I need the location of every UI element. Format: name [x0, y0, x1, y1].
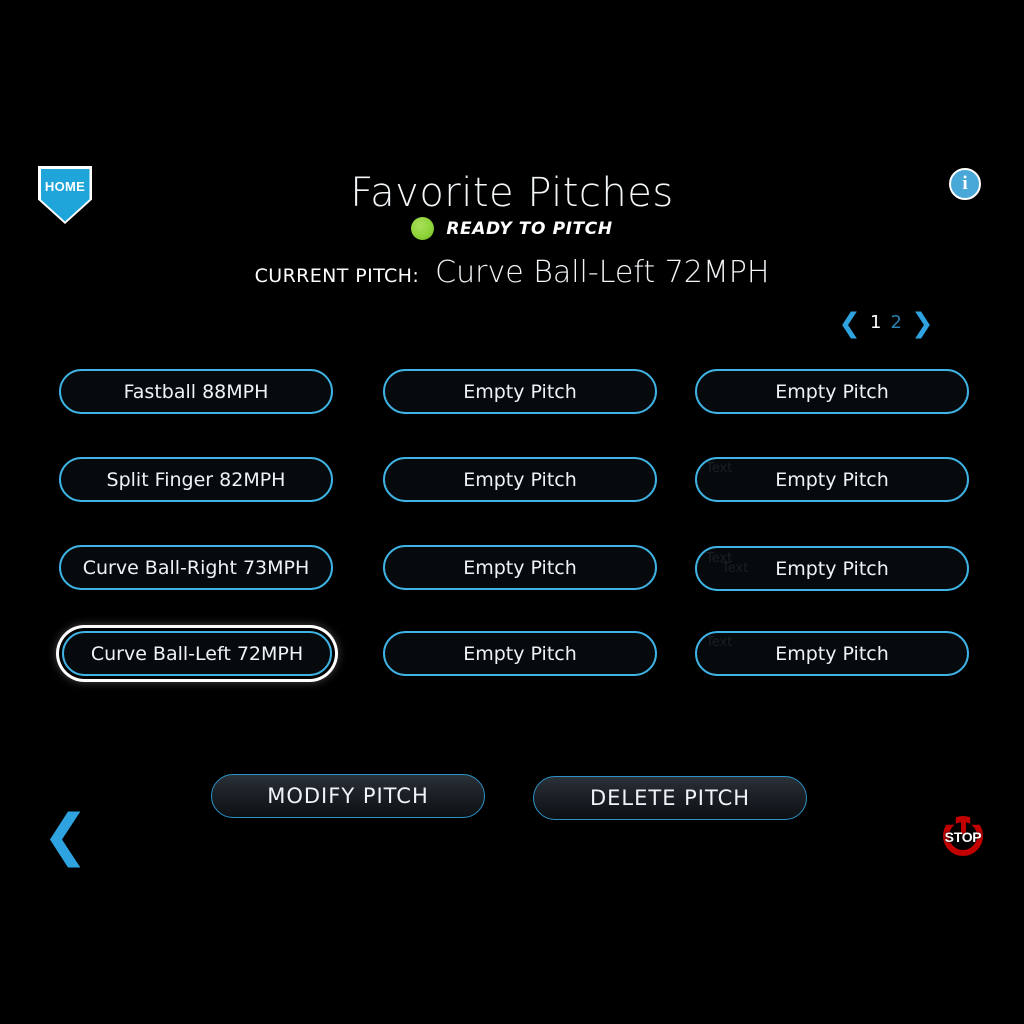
stop-button[interactable]: STOP — [941, 814, 985, 858]
pitch-button[interactable]: Empty Pitch — [383, 631, 657, 676]
pagination-page-1[interactable]: 1 — [870, 314, 881, 332]
pagination-page-2[interactable]: 2 — [891, 314, 902, 332]
stop-button-label: STOP — [944, 829, 982, 845]
pitch-button[interactable]: Split Finger 82MPH — [59, 457, 333, 502]
pitch-button[interactable]: Empty Pitch — [695, 546, 969, 591]
pitch-grid: Fastball 88MPH Empty Pitch Empty Pitch S… — [0, 355, 1024, 685]
delete-pitch-button[interactable]: DELETE PITCH — [533, 776, 807, 820]
back-button[interactable]: ❮ — [42, 803, 89, 868]
app-screen: HOME i Favorite Pitches READY TO PITCH C… — [0, 0, 1024, 1024]
pitch-button[interactable]: Empty Pitch — [695, 631, 969, 676]
status-row: READY TO PITCH — [0, 217, 1024, 240]
pagination-next-icon[interactable]: ❯ — [911, 310, 934, 337]
pitch-button[interactable]: Curve Ball-Right 73MPH — [59, 545, 333, 590]
current-pitch-row: CURRENT PITCH: Curve Ball-Left 72MPH — [0, 255, 1024, 290]
page-title: Favorite Pitches — [350, 170, 674, 216]
pitch-button[interactable]: Fastball 88MPH — [59, 369, 333, 414]
chevron-left-icon: ❮ — [42, 803, 89, 868]
pitch-button[interactable]: Empty Pitch — [695, 457, 969, 502]
status-indicator-dot — [411, 217, 435, 240]
pitch-button[interactable]: Empty Pitch — [383, 457, 657, 502]
pitch-button-selected[interactable]: Curve Ball-Left 72MPH — [62, 631, 332, 676]
status-badge: READY TO PITCH — [446, 218, 613, 239]
current-pitch-value: Curve Ball-Left 72MPH — [435, 255, 770, 290]
modify-pitch-button[interactable]: MODIFY PITCH — [211, 774, 485, 818]
pagination: ❮ 1 2 ❯ — [836, 306, 936, 340]
pitch-button[interactable]: Empty Pitch — [695, 369, 969, 414]
pitch-button[interactable]: Empty Pitch — [383, 369, 657, 414]
current-pitch-label: CURRENT PITCH: — [254, 265, 420, 287]
pitch-button[interactable]: Empty Pitch — [383, 545, 657, 590]
pagination-prev-icon[interactable]: ❮ — [838, 310, 861, 337]
